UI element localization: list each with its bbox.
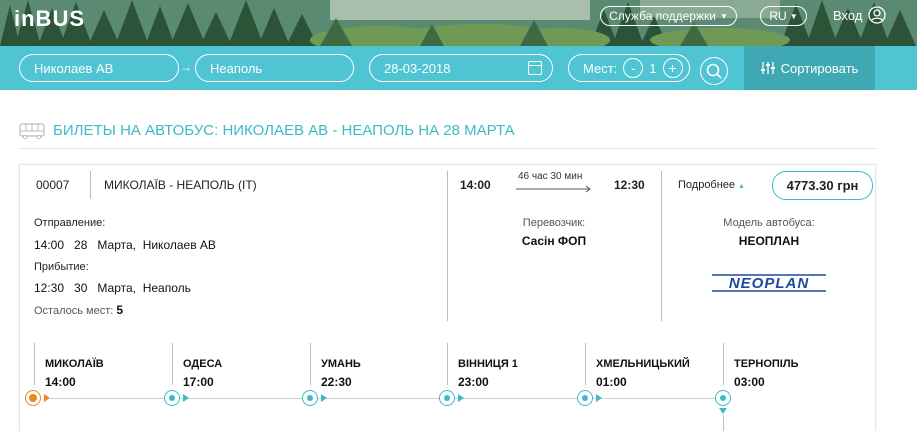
language-label: RU [769,9,787,23]
stop-time: 23:00 [458,375,489,389]
route-timeline-line [50,398,730,399]
arrival-detail-place: Неаполь [142,281,191,295]
departure-detail-place: Николаев АВ [142,238,216,252]
stop-tick [723,343,724,385]
departure-detail-day: 28 [74,238,88,252]
carrier-label: Перевозчик: [522,217,586,229]
caret-down-icon: ▼ [719,11,728,21]
to-field[interactable]: Неаполь [195,54,354,82]
seats-left-label: Осталось мест: [34,305,114,317]
arrival-time: 12:30 [614,178,645,192]
sort-button[interactable]: Сортировать [744,46,875,90]
divider [90,171,91,199]
arrow-down-icon [719,408,727,414]
caret-down-icon: ▼ [789,11,798,21]
arrival-detail-time: 12:30 [34,281,65,295]
login-link[interactable]: Вход [833,6,887,24]
stop-dot[interactable] [715,390,731,406]
arrow-right-icon [321,394,327,402]
arrow-right-icon: → [180,60,192,74]
stop-time: 01:00 [596,375,627,389]
details-label: Подробнее [678,179,736,191]
price-button[interactable]: 4773.30 грн [772,171,873,200]
ticket-card: 00007 МИКОЛАЇВ - НЕАПОЛЬ (IT) 14:00 46 ч… [19,164,876,431]
user-icon [868,6,887,24]
arrival-detail: 12:30 30 Марта, Неаполь [34,281,191,295]
title-divider [19,148,876,149]
stop-dot[interactable] [439,390,455,406]
stop-tick [34,343,35,385]
stop-time: 22:30 [321,375,352,389]
seats-value: 1 [649,60,657,76]
search-icon [706,63,722,79]
date-field[interactable]: 28-03-2018 [369,54,553,82]
seats-plus-button[interactable]: + [662,58,683,78]
stop-tick [310,343,311,385]
stop-name: МИКОЛАЇВ [45,358,104,370]
bus-model-label: Модель автобуса: [723,217,815,229]
support-dropdown[interactable]: Служба поддержки ▼ [600,6,737,26]
duration-arrow-icon [516,185,591,193]
departure-detail-time: 14:00 [34,238,65,252]
bus-icon [19,122,45,139]
page-title: БИЛЕТЫ НА АВТОБУС: НИКОЛАЕВ АВ - НЕАПОЛЬ… [19,122,515,139]
date-value: 28-03-2018 [384,60,451,76]
seats-left-value: 5 [116,303,124,317]
language-dropdown[interactable]: RU ▼ [760,6,807,26]
from-field[interactable]: Николаев АВ [19,54,179,82]
search-button[interactable] [700,57,728,85]
arrow-right-icon [596,394,602,402]
support-label: Служба поддержки [609,9,716,23]
header-banner: inBUS Служба поддержки ▼ RU ▼ Вход [0,0,917,46]
stop-name: ТЕРНОПІЛЬ [734,358,799,370]
carrier-name: Сасін ФОП [521,234,587,248]
site-logo[interactable]: inBUS [14,6,85,32]
caret-up-icon: ▲ [738,183,745,190]
seats-minus-button[interactable]: - [623,58,644,78]
stop-dot[interactable] [164,390,180,406]
arrow-right-icon [44,394,50,402]
trip-duration: 46 час 30 мин [518,171,583,182]
login-label: Вход [833,7,863,23]
stop-tick [447,343,448,385]
stop-name: ОДЕСА [183,358,223,370]
arrow-right-icon [183,394,189,402]
stop-dot[interactable] [577,390,593,406]
departure-detail: 14:00 28 Марта, Николаев АВ [34,238,216,252]
seats-label: Мест: [583,60,618,76]
stop-dot[interactable] [302,390,318,406]
neoplan-logo: NEOPLAN [712,274,826,292]
ticket-number: 00007 [36,178,70,192]
stop-name: УМАНЬ [321,358,361,370]
timeline-continuation [723,415,724,431]
departure-time: 14:00 [460,178,491,192]
stop-name: ХМЕЛЬНИЦЬКИЙ [596,358,690,370]
route-name: МИКОЛАЇВ - НЕАПОЛЬ (IT) [104,178,257,192]
arrival-detail-month: Марта, [97,281,137,295]
sort-label: Сортировать [780,60,859,76]
arrow-right-icon [458,394,464,402]
seats-stepper: Мест: - 1 + [568,54,690,82]
stop-time: 14:00 [45,375,76,389]
stop-tick [172,343,173,385]
stop-time: 17:00 [183,375,214,389]
departure-detail-month: Марта, [97,238,137,252]
bus-model: НЕОПЛАН [738,234,800,248]
departure-label: Отправление: [34,217,106,229]
origin-stop-dot[interactable] [25,390,41,406]
details-toggle[interactable]: Подробнее ▲ [678,179,745,191]
arrival-label: Прибытие: [34,261,89,273]
arrival-detail-day: 30 [74,281,88,295]
stop-tick [585,343,586,385]
stop-time: 03:00 [734,375,765,389]
calendar-icon[interactable] [528,61,542,75]
seats-left: Осталось мест: 5 [34,303,123,317]
stop-name: ВІННИЦЯ 1 [458,358,518,370]
page-title-text: БИЛЕТЫ НА АВТОБУС: НИКОЛАЕВ АВ - НЕАПОЛЬ… [53,122,515,139]
sliders-icon [760,62,775,74]
neoplan-logo-text: NEOPLAN [729,275,810,292]
